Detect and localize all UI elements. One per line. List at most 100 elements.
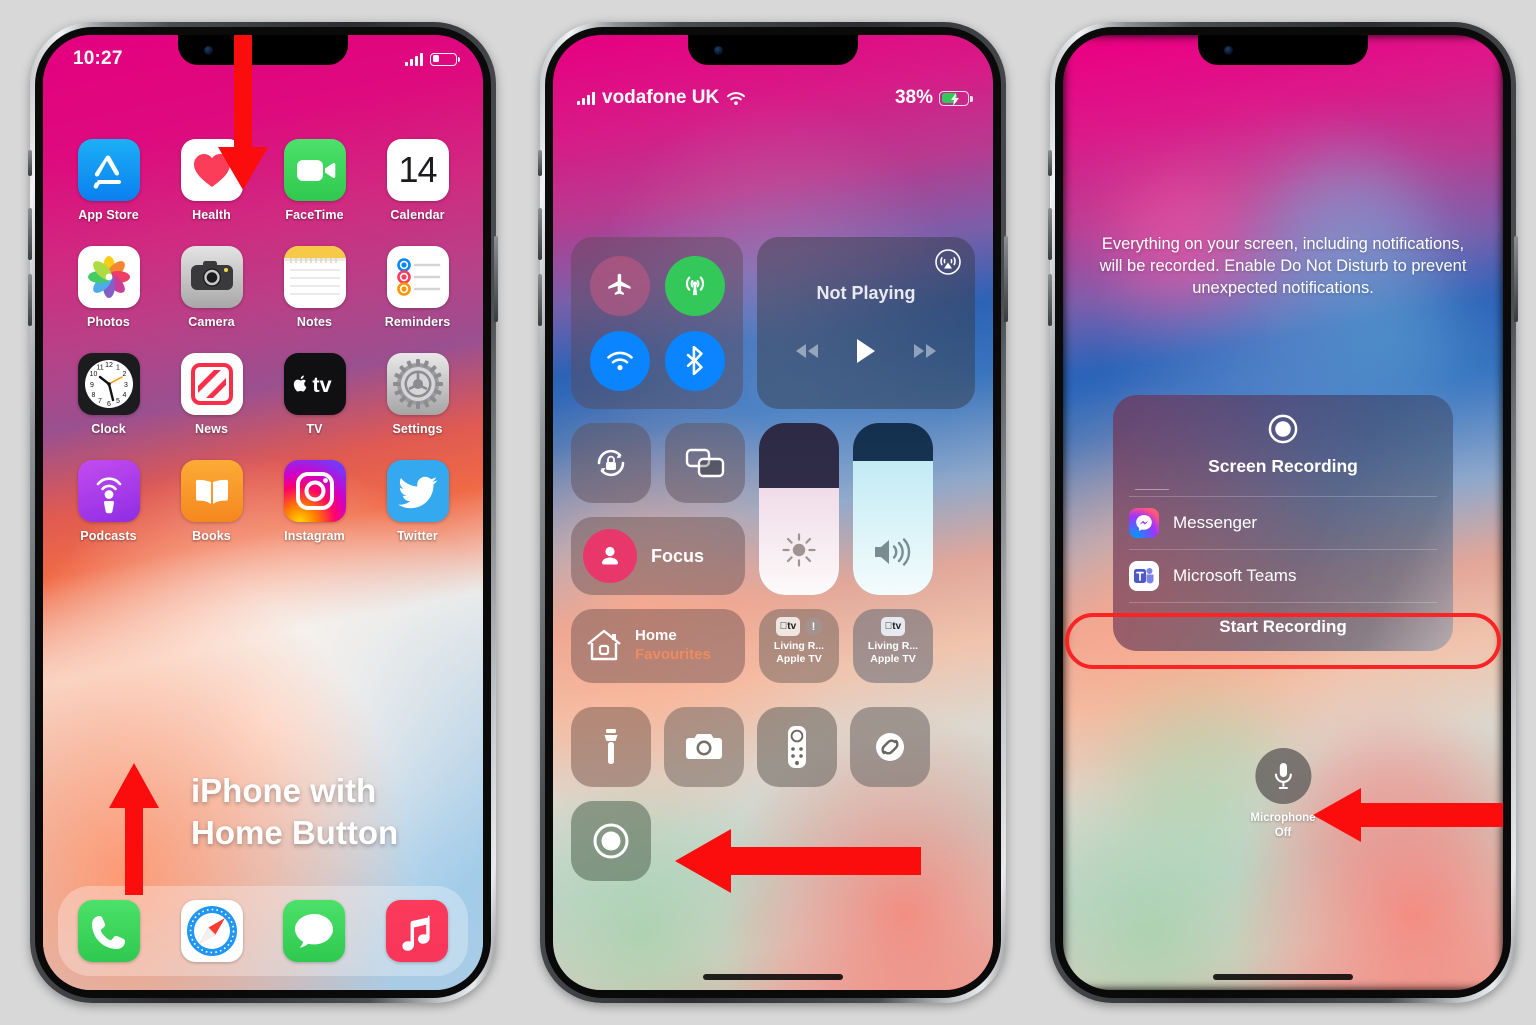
volume-up-button[interactable] (538, 208, 542, 260)
recording-target-row[interactable]: Messenger (1113, 497, 1453, 549)
apple-tv-icon: tv (283, 353, 346, 415)
status-indicators (405, 52, 460, 66)
app-icon-books[interactable]: Books (160, 460, 263, 543)
svg-text:7: 7 (98, 398, 102, 405)
brightness-sun-icon (782, 533, 816, 567)
app-label: Photos (87, 315, 130, 329)
instagram-icon (283, 460, 346, 522)
mute-switch[interactable] (28, 150, 32, 176)
flashlight-button[interactable] (571, 707, 651, 787)
apple-tv-name: Living R... Apple TV (774, 640, 824, 665)
app-icon-app-store[interactable]: App Store (57, 139, 160, 222)
volume-down-button[interactable] (1048, 274, 1052, 326)
play-icon[interactable] (855, 338, 877, 364)
phone-icon[interactable] (78, 900, 141, 962)
shazam-button[interactable] (850, 707, 930, 787)
app-icon-photos[interactable]: Photos (57, 246, 160, 329)
app-icon-twitter[interactable]: Twitter (366, 460, 469, 543)
bluetooth-toggle[interactable] (664, 330, 725, 391)
airplane-icon (607, 273, 630, 295)
app-icon-instagram[interactable]: Instagram (263, 460, 366, 543)
cc-row-utilities (571, 707, 975, 787)
svg-text:12: 12 (105, 362, 113, 369)
apple-tv-room: Living R... (773, 640, 825, 652)
svg-text:10: 10 (89, 371, 97, 378)
app-icon-reminders[interactable]: Reminders (366, 246, 469, 329)
mute-switch[interactable] (1048, 150, 1052, 176)
recording-notice: Everything on your screen, including not… (1099, 235, 1467, 298)
app-icon-facetime[interactable]: FaceTime (263, 139, 366, 222)
focus-label: Focus (651, 545, 705, 566)
recording-target-row[interactable]: Microsoft Teams (1113, 550, 1453, 602)
books-icon (180, 460, 243, 522)
home-indicator[interactable] (1213, 974, 1353, 980)
brightness-slider[interactable] (759, 423, 839, 595)
app-label: Books (192, 529, 231, 543)
connectivity-tile[interactable] (571, 237, 743, 409)
notch (688, 35, 858, 65)
messenger-icon (1129, 508, 1159, 538)
app-icon-news[interactable]: News (160, 353, 263, 436)
screen-mirroring-button[interactable] (665, 423, 745, 503)
microphone-button[interactable] (1254, 748, 1311, 805)
app-icon-clock[interactable]: 12 3 69 12 45 78 10 11 Clock (57, 353, 160, 436)
app-icon-podcasts[interactable]: Podcasts (57, 460, 160, 543)
safari-compass-icon[interactable] (180, 900, 243, 962)
app-icon-notes[interactable]: Notes (263, 246, 366, 329)
screen-record-button[interactable] (571, 801, 651, 881)
home-title: Home (635, 627, 677, 645)
fast-forward-icon[interactable] (913, 343, 937, 359)
apple-tv-tile-1[interactable]: tv ! Living R... Apple TV (759, 609, 839, 683)
apple-tv-remote-button[interactable] (757, 707, 837, 787)
wifi-toggle[interactable] (589, 330, 650, 391)
cellular-antenna-icon (685, 276, 704, 295)
wifi-icon (606, 351, 633, 370)
app-icon-camera[interactable]: Camera (160, 246, 263, 329)
calendar-day: 14 (398, 149, 437, 190)
airplay-audio-icon[interactable] (935, 249, 961, 275)
media-playback-tile[interactable]: Not Playing (757, 237, 975, 409)
phone1-screen: 10:27 App Store Health FaceTime 14 Calen… (43, 35, 483, 990)
camera-button[interactable] (664, 707, 744, 787)
front-camera-icon (1224, 46, 1233, 55)
phone-home-screen: 10:27 App Store Health FaceTime 14 Calen… (28, 22, 498, 1003)
focus-tile[interactable]: Focus (571, 517, 745, 595)
twitter-icon (386, 460, 449, 522)
volume-up-button[interactable] (28, 208, 32, 260)
home-tile[interactable]: Home Favourites (571, 609, 745, 683)
app-label: Notes (296, 315, 333, 329)
mute-switch[interactable] (538, 150, 542, 176)
apple-tv-tile-2[interactable]: tv Living R... Apple TV (853, 609, 933, 683)
panel-header: Screen Recording (1113, 395, 1453, 489)
svg-text:1: 1 (116, 365, 120, 372)
messages-bubble-icon[interactable] (283, 900, 346, 962)
microphone-control[interactable]: Microphone Off (1250, 748, 1316, 840)
volume-up-button[interactable] (1048, 208, 1052, 260)
app-store-icon (77, 139, 140, 201)
volume-slider[interactable] (853, 423, 933, 595)
app-icon-settings[interactable]: Settings (366, 353, 469, 436)
red-down-arrow (218, 35, 268, 190)
home-house-icon (587, 629, 621, 661)
airplane-mode-toggle[interactable] (589, 255, 650, 316)
rewind-icon[interactable] (795, 343, 819, 359)
svg-text:2: 2 (122, 371, 126, 378)
warning-badge: ! (805, 618, 822, 635)
app-icon-tv[interactable]: tv TV (263, 353, 366, 436)
volume-down-button[interactable] (28, 274, 32, 326)
cellular-data-toggle[interactable] (664, 255, 725, 316)
home-indicator[interactable] (703, 974, 843, 980)
bluetooth-icon (686, 345, 703, 375)
music-note-icon[interactable] (385, 900, 448, 962)
media-controls (795, 338, 937, 364)
app-icon-calendar[interactable]: 14 Calendar (366, 139, 469, 222)
app-label: Podcasts (80, 529, 137, 543)
power-button[interactable] (1004, 236, 1008, 322)
news-icon (180, 353, 243, 415)
apple-tv-device: Apple TV (870, 652, 916, 665)
volume-down-button[interactable] (538, 274, 542, 326)
rotation-lock-toggle[interactable] (571, 423, 651, 503)
power-button[interactable] (1514, 236, 1518, 322)
power-button[interactable] (494, 236, 498, 322)
battery-percent: 38% (894, 87, 933, 108)
